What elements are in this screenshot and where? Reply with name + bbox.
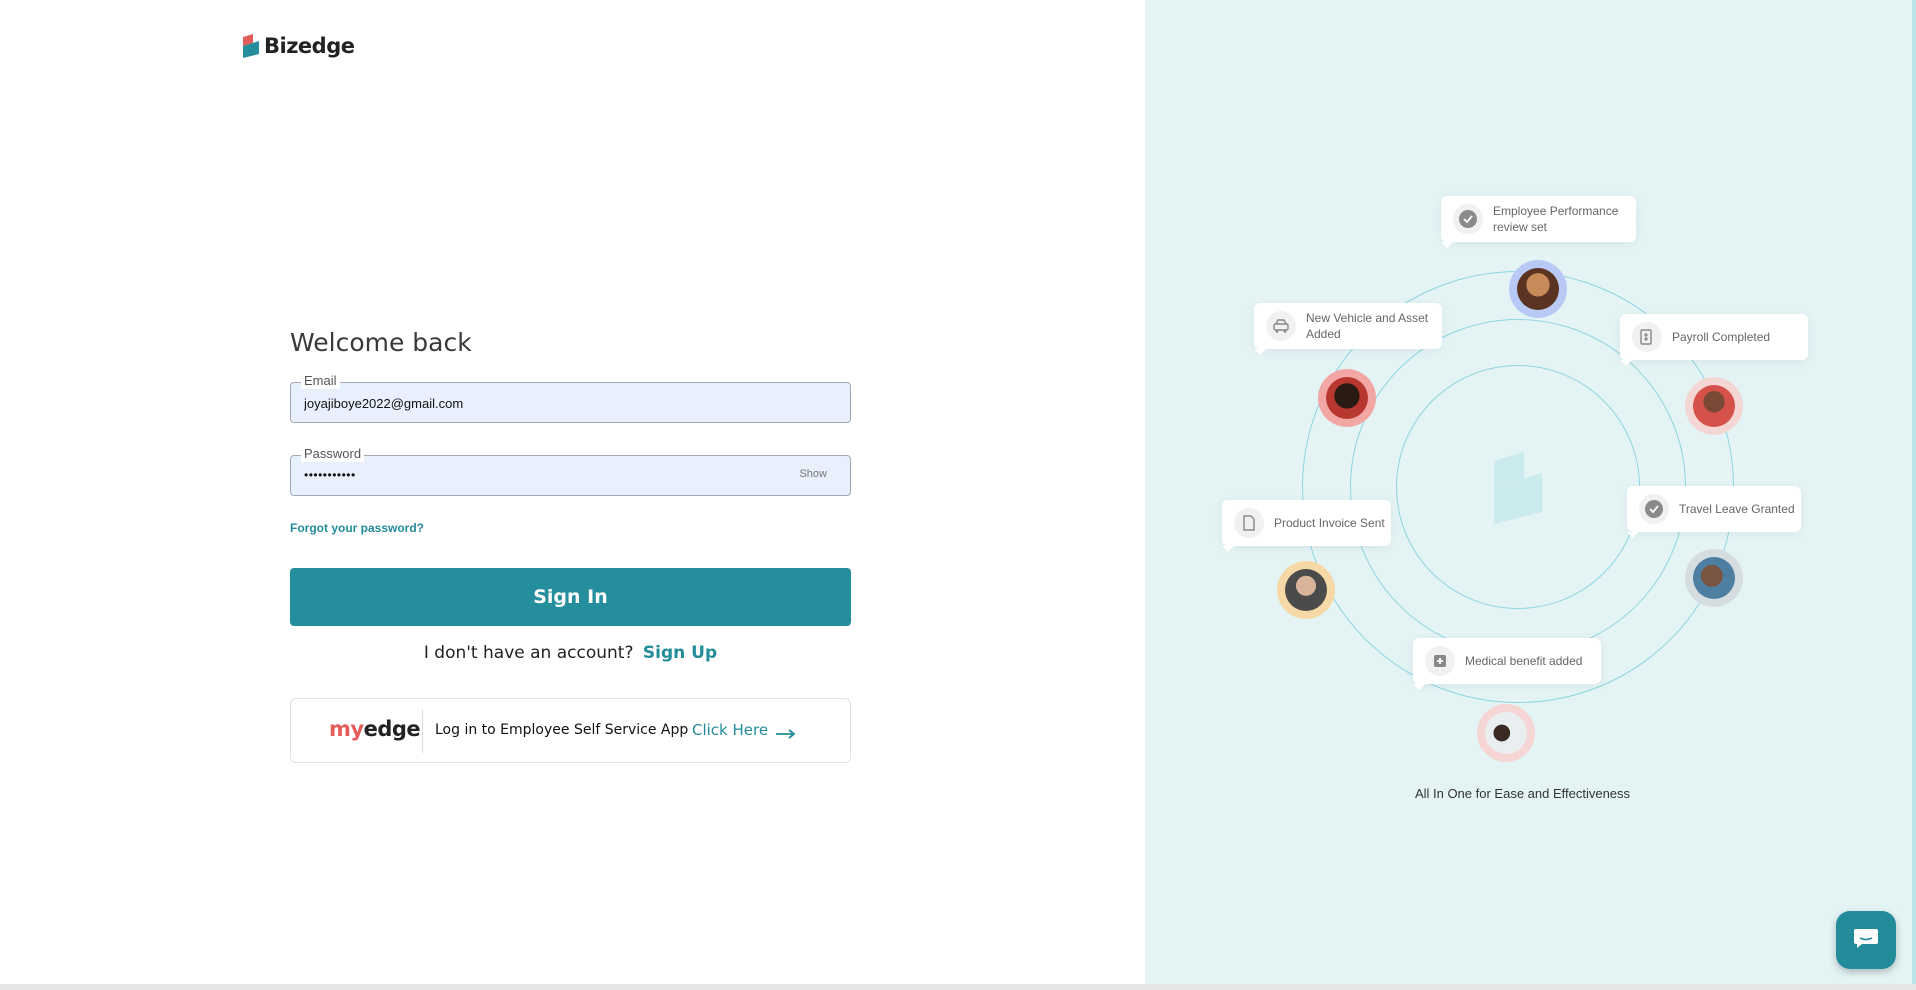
- email-input[interactable]: [304, 396, 784, 411]
- sign-in-button[interactable]: Sign In: [290, 568, 851, 626]
- ess-link-label: Click Here: [692, 721, 769, 739]
- login-panel: Bizedge Welcome back Email Password ••••…: [0, 0, 1145, 984]
- card-invoice-text: Product Invoice Sent: [1274, 516, 1385, 530]
- avatar-performance: [1509, 260, 1567, 318]
- myedge-logo-my: my: [329, 717, 364, 741]
- card-vehicle-text: New Vehicle and Asset Added: [1306, 311, 1429, 341]
- bottom-scrollbar[interactable]: [0, 984, 1916, 990]
- page-title: Welcome back: [290, 328, 472, 357]
- ess-click-here-link[interactable]: Click Here: [692, 721, 796, 739]
- card-medical: Medical benefit added: [1413, 638, 1601, 690]
- center-brand-icon: [1490, 452, 1546, 524]
- money-icon: [1632, 322, 1662, 352]
- sign-up-link[interactable]: Sign Up: [643, 643, 717, 663]
- chat-button[interactable]: [1836, 911, 1896, 969]
- forgot-password-link[interactable]: Forgot your password?: [290, 521, 424, 535]
- arrow-right-icon: [776, 725, 796, 739]
- ess-description: Log in to Employee Self Service App: [435, 722, 689, 738]
- card-travel: Travel Leave Granted: [1627, 486, 1801, 538]
- illustration-tagline: All In One for Ease and Effectiveness: [1414, 786, 1631, 801]
- ess-divider: [422, 709, 423, 753]
- card-vehicle: New Vehicle and Asset Added: [1254, 303, 1442, 355]
- avatar-payroll: [1685, 377, 1743, 435]
- document-icon: [1234, 508, 1264, 538]
- password-field[interactable]: Password ••••••••••• Show: [290, 446, 851, 496]
- card-invoice: Product Invoice Sent: [1222, 500, 1391, 552]
- card-payroll-text: Payroll Completed: [1672, 330, 1771, 344]
- avatar-travel: [1685, 549, 1743, 607]
- card-performance-text: Employee Performance review set: [1493, 204, 1619, 234]
- no-account-text: I don't have an account?: [423, 643, 634, 663]
- card-performance: Employee Performance review set: [1441, 196, 1636, 248]
- avatar-vehicle: [1318, 369, 1376, 427]
- card-medical-text: Medical benefit added: [1465, 654, 1583, 668]
- myedge-logo: myedge: [329, 717, 421, 741]
- check-circle-icon: [1639, 494, 1669, 524]
- check-circle-icon: [1453, 204, 1483, 234]
- show-password-button[interactable]: Show: [799, 468, 827, 480]
- avatar-invoice: [1277, 561, 1335, 619]
- card-payroll: Payroll Completed: [1620, 314, 1808, 366]
- card-travel-text: Travel Leave Granted: [1679, 502, 1795, 516]
- email-label: Email: [301, 373, 340, 389]
- password-label: Password: [301, 446, 365, 462]
- signup-prompt: I don't have an account? Sign Up: [290, 643, 851, 663]
- bizedge-logo-text: Bizedge: [264, 34, 355, 58]
- bizedge-logo-icon: [242, 34, 260, 58]
- medical-plus-icon: [1425, 646, 1455, 676]
- ess-login-card[interactable]: myedge Log in to Employee Self Service A…: [290, 698, 851, 763]
- avatar-medical: [1477, 704, 1535, 762]
- password-input[interactable]: •••••••••••: [304, 468, 784, 482]
- chat-bubble-icon: [1853, 927, 1879, 954]
- bizedge-logo[interactable]: Bizedge: [242, 34, 355, 58]
- panel-edge: [1912, 0, 1916, 984]
- myedge-logo-edge: edge: [363, 717, 421, 741]
- email-field[interactable]: Email: [290, 373, 851, 423]
- car-icon: [1266, 311, 1296, 341]
